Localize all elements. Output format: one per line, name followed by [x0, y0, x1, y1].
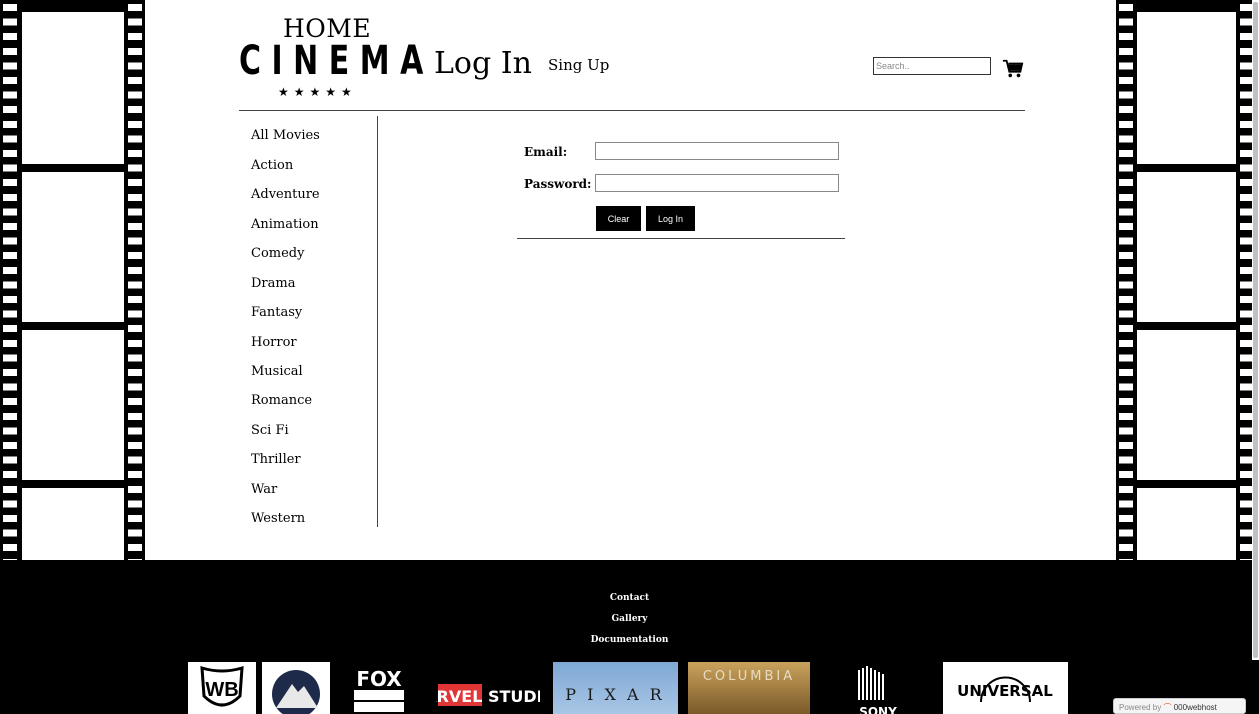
- badge-brand: 000webhost: [1173, 703, 1217, 712]
- columbia-logo: COLUMBIA: [688, 662, 810, 714]
- category-thriller[interactable]: Thriller: [251, 452, 301, 467]
- badge-text: Powered by: [1119, 703, 1162, 712]
- film-frame: [22, 12, 124, 164]
- film-frame: [1137, 330, 1236, 480]
- form-divider: [517, 238, 845, 239]
- category-action[interactable]: Action: [251, 158, 293, 173]
- sprocket-holes: [128, 0, 142, 560]
- film-frame: [1137, 12, 1236, 164]
- universal-logo: UNIVERSAL: [943, 662, 1068, 714]
- sprocket-holes: [3, 0, 17, 560]
- nav-login-link[interactable]: Log In: [434, 46, 532, 81]
- marvel-logo-text: MARVEL STUDIOS: [436, 687, 540, 706]
- category-sidebar: All Movies Action Adventure Animation Co…: [239, 116, 378, 527]
- email-label: Email:: [524, 145, 568, 159]
- pixar-logo: P I X A R: [553, 662, 678, 714]
- hosting-badge[interactable]: Powered by ⌒ 000webhost: [1113, 698, 1246, 714]
- password-field[interactable]: [595, 174, 839, 192]
- category-musical[interactable]: Musical: [251, 364, 303, 379]
- clear-button[interactable]: Clear: [596, 206, 641, 231]
- fox-digital-studio-logo: FOX: [344, 662, 414, 714]
- search-input[interactable]: [873, 57, 991, 75]
- filmstrip-left: [0, 0, 145, 560]
- footer-link-gallery[interactable]: Gallery: [0, 614, 1259, 624]
- category-all-movies[interactable]: All Movies: [251, 128, 320, 143]
- film-frame: [1137, 488, 1236, 560]
- category-fantasy[interactable]: Fantasy: [251, 305, 302, 320]
- category-drama[interactable]: Drama: [251, 276, 295, 291]
- category-adventure[interactable]: Adventure: [251, 187, 320, 202]
- film-frame: [22, 488, 124, 560]
- category-comedy[interactable]: Comedy: [251, 246, 304, 261]
- category-animation[interactable]: Animation: [251, 217, 319, 232]
- footer-link-contact[interactable]: Contact: [0, 593, 1259, 603]
- sony-logo: SONY: [828, 662, 928, 714]
- badge-logo-icon: ⌒: [1163, 703, 1172, 712]
- sony-logo-text: SONY: [859, 705, 897, 714]
- pixar-logo-text: P I X A R: [565, 685, 664, 704]
- scrollbar-thumb[interactable]: [1253, 2, 1258, 658]
- filmstrip-right: [1116, 0, 1259, 560]
- nav-signup-link[interactable]: Sing Up: [548, 56, 609, 74]
- paramount-logo: [262, 662, 330, 714]
- logo-cinema-text[interactable]: CINEMA: [239, 38, 434, 84]
- svg-text:WB: WB: [205, 679, 238, 701]
- marvel-studios-logo: MARVEL STUDIOS: [436, 662, 540, 714]
- warner-bros-logo: WB: [188, 662, 256, 714]
- email-field[interactable]: [595, 142, 839, 160]
- columbia-logo-text: COLUMBIA: [703, 669, 795, 684]
- cart-icon[interactable]: [1002, 58, 1024, 80]
- password-label: Password:: [524, 177, 592, 191]
- sprocket-holes: [1119, 0, 1133, 560]
- film-frame: [1137, 172, 1236, 322]
- logo-stars: ★★★★★: [278, 85, 357, 99]
- login-button[interactable]: Log In: [646, 206, 695, 231]
- category-western[interactable]: Western: [251, 511, 305, 526]
- film-frame: [22, 330, 124, 480]
- footer-link-documentation[interactable]: Documentation: [0, 635, 1259, 645]
- category-war[interactable]: War: [251, 482, 277, 497]
- category-romance[interactable]: Romance: [251, 393, 312, 408]
- category-sci-fi[interactable]: Sci Fi: [251, 423, 289, 438]
- universal-logo-text: UNIVERSAL: [957, 682, 1053, 700]
- category-horror[interactable]: Horror: [251, 335, 297, 350]
- film-frame: [22, 172, 124, 322]
- fox-logo-text: FOX: [356, 667, 402, 691]
